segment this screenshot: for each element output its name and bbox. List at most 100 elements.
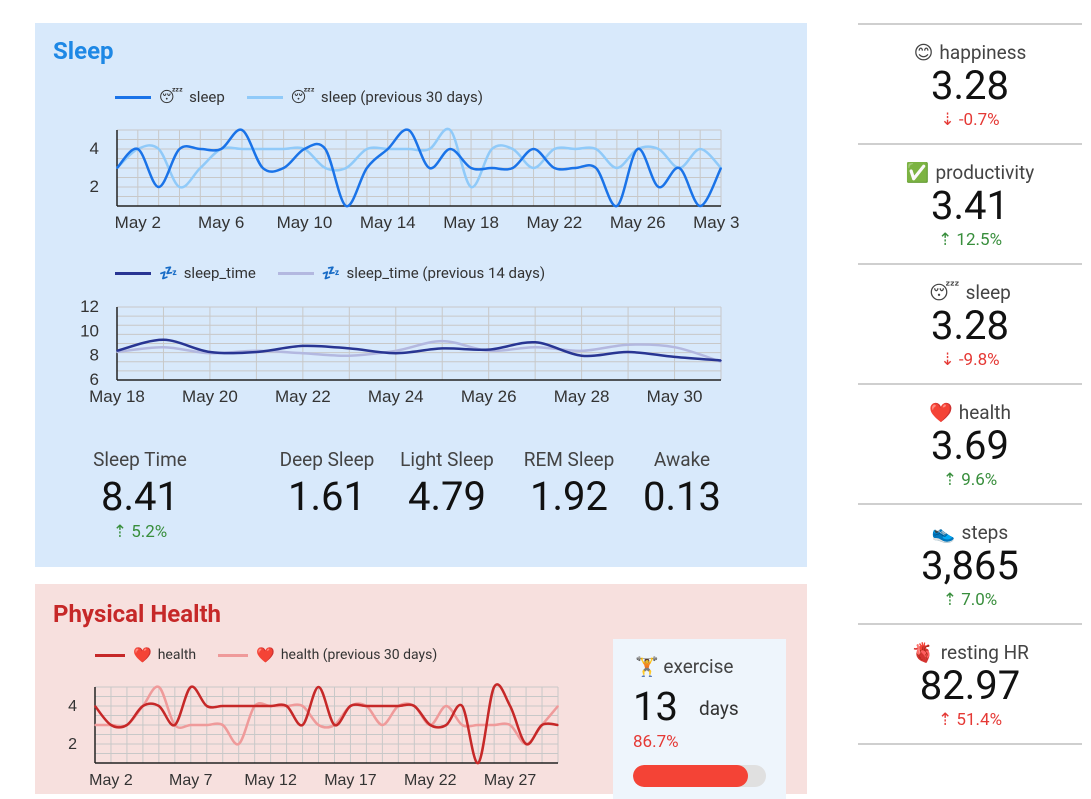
legend-item-health[interactable]: ❤️ health — [95, 646, 196, 664]
x-tick-label: May 22 — [275, 387, 331, 406]
kpi-change: ⇡ 9.6% — [942, 470, 998, 490]
x-tick-label: May 7 — [169, 772, 213, 789]
series-point — [162, 339, 165, 341]
series-point — [699, 205, 701, 207]
x-tick-label: May 2 — [89, 772, 133, 789]
stat-sleep-time: Sleep Time 8.41 ⇡ 5.2% — [80, 448, 200, 542]
series-point — [324, 148, 327, 150]
heart-icon: ❤️ — [929, 401, 953, 424]
stat-label: Light Sleep — [400, 448, 494, 471]
series-point — [285, 705, 288, 707]
series-point — [627, 351, 629, 353]
legend-item-sleep-previous[interactable]: 😴 sleep (previous 30 days) — [246, 88, 483, 106]
series-point — [365, 705, 368, 707]
x-tick-label: May 6 — [198, 213, 244, 232]
check-mark-icon: ✅ — [905, 161, 930, 184]
series-point — [94, 705, 96, 707]
series-point — [126, 724, 128, 726]
series-point — [553, 148, 556, 150]
series-point — [137, 148, 139, 150]
series-point — [407, 129, 410, 131]
health-chart-legend: ❤️ health ❤️ health (previous 30 days) — [95, 646, 459, 664]
zzz-icon: 💤 — [321, 264, 341, 282]
series-point — [317, 686, 320, 688]
series-point — [348, 354, 351, 357]
legend-item-sleep-time[interactable]: 💤 sleep_time — [115, 264, 256, 282]
series-point — [532, 148, 535, 150]
legend-item-health-previous[interactable]: ❤️ health (previous 30 days) — [218, 646, 437, 664]
series-point — [116, 350, 118, 352]
x-tick-label: May 24 — [368, 387, 424, 406]
x-tick-label: May 27 — [484, 772, 537, 789]
sleep-time-chart-legend: 💤 sleep_time 💤 sleep_time (previous 14 d… — [115, 264, 567, 282]
series-point — [261, 148, 264, 150]
series-point — [142, 705, 144, 707]
series-point — [616, 167, 618, 169]
stat-deep-sleep: Deep Sleep 1.61 — [270, 448, 384, 520]
series-point — [397, 705, 400, 707]
anatomical-heart-icon: 🫀 — [911, 641, 935, 664]
dumbbell-icon: 🏋 — [635, 655, 659, 678]
series-point — [241, 129, 243, 131]
series-point — [509, 724, 511, 726]
sleepy-face-icon: 😴 — [290, 88, 315, 106]
series-point — [158, 686, 160, 688]
y-tick-label: 4 — [68, 698, 77, 715]
x-tick-label: May 20 — [182, 387, 238, 406]
smiling-face-icon: 😊 — [913, 41, 934, 64]
arrow-up-icon: ⇡ — [112, 522, 127, 542]
series-point — [189, 686, 192, 688]
series-point — [511, 167, 514, 169]
x-tick-label: May 18 — [443, 213, 499, 232]
series-point — [678, 167, 681, 169]
series-point — [237, 705, 240, 707]
series-point — [720, 359, 722, 362]
series-point — [349, 705, 352, 707]
legend-item-sleep[interactable]: 😴 sleep — [115, 88, 225, 106]
series-point — [627, 343, 629, 346]
series-point — [541, 724, 543, 726]
series-point — [199, 148, 202, 150]
series-point — [493, 724, 495, 726]
heart-icon: ❤️ — [133, 646, 152, 664]
kpi-happiness: 😊 happiness 3.28 ⇣ -0.7% — [858, 23, 1082, 143]
exercise-unit: days — [699, 697, 739, 720]
series-point — [673, 356, 676, 358]
series-point — [429, 724, 432, 726]
series-point — [445, 705, 448, 707]
stat-value: 1.61 — [288, 473, 366, 520]
series-point — [221, 705, 224, 707]
kpi-productivity: ✅ productivity 3.41 ⇡ 12.5% — [858, 143, 1082, 263]
kpi-value: 3.28 — [931, 62, 1009, 109]
series-point — [461, 705, 464, 707]
series-point — [534, 341, 536, 344]
series-point — [407, 148, 410, 150]
physical-health-title: Physical Health — [53, 600, 221, 628]
series-point — [477, 762, 479, 764]
kpi-resting-hr: 🫀 resting HR 82.97 ⇡ 51.4% — [858, 623, 1082, 745]
series-point — [241, 148, 243, 150]
series-point — [445, 724, 448, 726]
legend-label: health (previous 30 days) — [280, 647, 438, 663]
kpi-sleep: 😴 sleep 3.28 ⇣ -9.8% — [858, 263, 1082, 383]
legend-item-sleep-time-previous[interactable]: 💤 sleep_time (previous 14 days) — [277, 264, 545, 282]
series-point — [491, 167, 493, 169]
sleep-panel-title: Sleep — [53, 37, 114, 65]
kpi-column: 😊 happiness 3.28 ⇣ -0.7% ✅ productivity 3.… — [858, 23, 1082, 745]
series-point — [428, 148, 431, 150]
kpi-change: ⇡ 12.5% — [937, 230, 1003, 250]
kpi-value: 3.41 — [931, 182, 1009, 229]
stat-light-sleep: Light Sleep 4.79 — [390, 448, 504, 520]
stat-rem-sleep: REM Sleep 1.92 — [512, 448, 626, 520]
series-point — [511, 148, 514, 150]
series-point — [301, 705, 304, 707]
series-point — [394, 350, 397, 352]
series-point — [209, 351, 211, 353]
series-point — [720, 167, 722, 169]
y-tick-label: 12 — [80, 297, 99, 316]
series-point — [532, 167, 535, 169]
series-point — [110, 724, 112, 726]
series-point — [595, 148, 597, 150]
series-point — [269, 705, 272, 707]
series-point — [595, 167, 597, 169]
